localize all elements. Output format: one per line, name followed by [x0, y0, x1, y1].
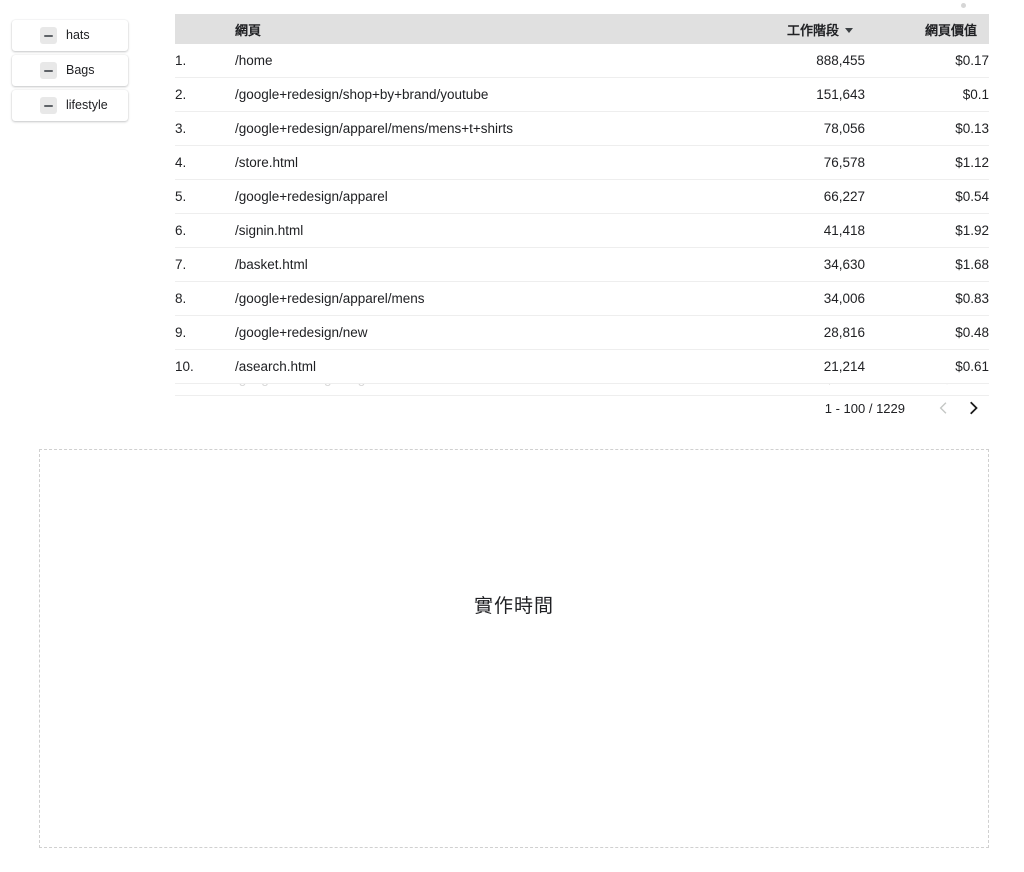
caret-down-icon[interactable]: [845, 28, 853, 33]
row-page[interactable]: /home: [235, 44, 715, 78]
pagination-prev-button[interactable]: [929, 393, 959, 423]
table-body: 1. /home 888,455 $0.17 2. /google+redesi…: [175, 44, 989, 384]
row-page-value: $1.12: [865, 146, 989, 180]
row-page[interactable]: /google+redesign/shop+by+brand/youtube: [235, 78, 715, 112]
minus-icon[interactable]: [40, 27, 57, 44]
column-header-page-value[interactable]: 網頁價值: [865, 14, 989, 44]
table-row[interactable]: 6. /signin.html 41,418 $1.92: [175, 214, 989, 248]
row-page-value: $0.61: [865, 350, 989, 384]
row-index: 4.: [175, 146, 235, 180]
chevron-left-icon: [935, 399, 953, 417]
row-index: 5.: [175, 180, 235, 214]
practice-placeholder-panel: 實作時間: [39, 449, 989, 848]
row-page[interactable]: /store.html: [235, 146, 715, 180]
filter-chip-label: lifestyle: [66, 99, 108, 112]
minus-icon[interactable]: [40, 97, 57, 114]
row-sessions: 28,816: [715, 316, 865, 350]
filter-chip-bags[interactable]: Bags: [12, 55, 128, 86]
row-index: 3.: [175, 112, 235, 146]
table-row[interactable]: 8. /google+redesign/apparel/mens 34,006 …: [175, 282, 989, 316]
pages-report-table: 網頁 工作階段 網頁價值 1. /home 888,455 $0.17 2. /…: [175, 14, 989, 396]
row-page-value: $0.83: [865, 282, 989, 316]
row-page[interactable]: /google+redesign/new: [235, 316, 715, 350]
row-sessions: 41,418: [715, 214, 865, 248]
placeholder-text: 實作時間: [474, 591, 554, 618]
row-page-value: $0.17: [865, 44, 989, 78]
row-page-value: $0.54: [865, 180, 989, 214]
row-page[interactable]: /google+redesign/apparel: [235, 180, 715, 214]
chevron-right-icon: [964, 398, 984, 418]
row-sessions: 21,214: [715, 350, 865, 384]
column-header-page-label: 網頁: [235, 23, 261, 38]
column-header-sessions-label: 工作階段: [787, 23, 839, 38]
filter-chip-hats[interactable]: hats: [12, 20, 128, 51]
row-index: 10.: [175, 350, 235, 384]
pagination-range: 1 - 100 / 1229: [825, 401, 905, 416]
row-page-value: $0.48: [865, 316, 989, 350]
filter-chip-label: Bags: [66, 64, 95, 77]
table-row[interactable]: 5. /google+redesign/apparel 66,227 $0.54: [175, 180, 989, 214]
filter-chip-list: hats Bags lifestyle: [12, 20, 128, 125]
filter-chip-label: hats: [66, 29, 90, 42]
row-page[interactable]: /google+redesign/apparel/mens/mens+t+shi…: [235, 112, 715, 146]
column-header-page-value-label: 網頁價值: [925, 23, 977, 38]
row-index: 1.: [175, 44, 235, 78]
row-page-value: $1.92: [865, 214, 989, 248]
pagination: 1 - 100 / 1229: [175, 390, 989, 426]
table-row[interactable]: 7. /basket.html 34,630 $1.68: [175, 248, 989, 282]
clipped-top-dot: [961, 3, 966, 8]
row-sessions: 66,227: [715, 180, 865, 214]
table-row[interactable]: 9. /google+redesign/new 28,816 $0.48: [175, 316, 989, 350]
row-page-value: $1.68: [865, 248, 989, 282]
filter-chip-lifestyle[interactable]: lifestyle: [12, 90, 128, 121]
row-page-value: $0.1: [865, 78, 989, 112]
row-page[interactable]: /asearch.html: [235, 350, 715, 384]
pagination-next-button[interactable]: [959, 393, 989, 423]
row-index: 2.: [175, 78, 235, 112]
row-page[interactable]: /signin.html: [235, 214, 715, 248]
column-header-sessions[interactable]: 工作階段: [715, 14, 865, 44]
row-sessions: 34,630: [715, 248, 865, 282]
row-sessions: 151,643: [715, 78, 865, 112]
table-row[interactable]: 3. /google+redesign/apparel/mens/mens+t+…: [175, 112, 989, 146]
row-page[interactable]: /google+redesign/apparel/mens: [235, 282, 715, 316]
table-row[interactable]: 4. /store.html 76,578 $1.12: [175, 146, 989, 180]
table-row[interactable]: 2. /google+redesign/shop+by+brand/youtub…: [175, 78, 989, 112]
table-row[interactable]: 1. /home 888,455 $0.17: [175, 44, 989, 78]
minus-icon[interactable]: [40, 62, 57, 79]
row-index: 7.: [175, 248, 235, 282]
row-sessions: 34,006: [715, 282, 865, 316]
column-header-page[interactable]: 網頁: [235, 14, 715, 44]
table-header-row: 網頁 工作階段 網頁價值: [175, 14, 989, 44]
row-page-value: $0.13: [865, 112, 989, 146]
row-index: 8.: [175, 282, 235, 316]
row-index: 6.: [175, 214, 235, 248]
row-sessions: 888,455: [715, 44, 865, 78]
column-header-index: [175, 14, 235, 44]
row-index: 9.: [175, 316, 235, 350]
row-sessions: 78,056: [715, 112, 865, 146]
table-row[interactable]: 10. /asearch.html 21,214 $0.61: [175, 350, 989, 384]
row-sessions: 76,578: [715, 146, 865, 180]
row-page[interactable]: /basket.html: [235, 248, 715, 282]
